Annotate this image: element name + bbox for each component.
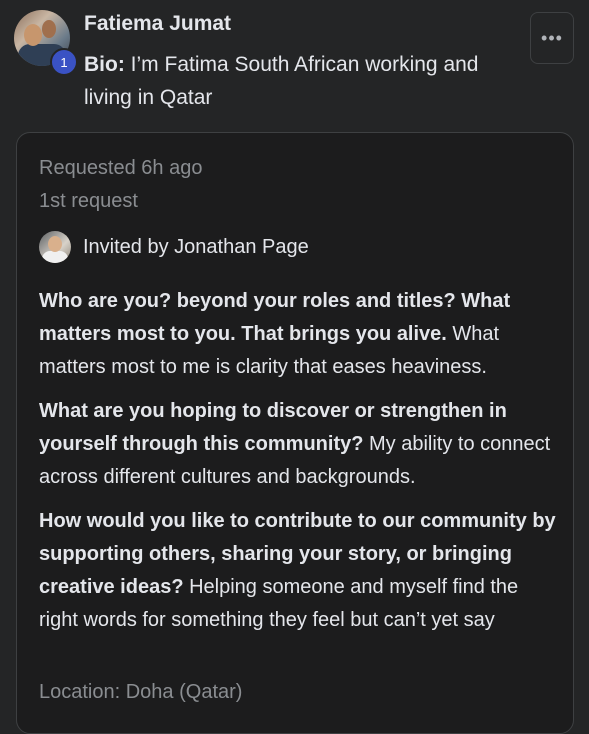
requested-time: Requested 6h ago [39, 157, 203, 179]
more-icon: ••• [541, 27, 563, 48]
profile-avatar[interactable]: 1 [14, 10, 78, 76]
more-options-button[interactable]: ••• [530, 12, 574, 64]
invited-by-row[interactable]: Invited by Jonathan Page [39, 231, 309, 263]
answer-block: What are you hoping to discover or stren… [39, 395, 559, 494]
profile-name[interactable]: Fatiema Jumat [84, 12, 231, 36]
notification-badge: 1 [50, 48, 78, 76]
request-card: Requested 6h ago 1st request Invited by … [16, 132, 574, 734]
member-request-header: 1 Fatiema Jumat Bio: I’m Fatima South Af… [0, 0, 589, 130]
location-text: Location: Doha (Qatar) [39, 681, 243, 703]
answer-block: How would you like to contribute to our … [39, 505, 559, 637]
inviter-avatar [39, 231, 71, 263]
question-text: Who are you? beyond your roles and title… [39, 290, 511, 345]
bio-label: Bio: [84, 53, 125, 76]
profile-bio: Bio: I’m Fatima South African working an… [84, 48, 514, 114]
answer-block: Who are you? beyond your roles and title… [39, 285, 559, 384]
bio-text: I’m Fatima South African working and liv… [84, 53, 479, 109]
invited-by-label: Invited by Jonathan Page [83, 235, 309, 258]
request-count: 1st request [39, 190, 138, 212]
